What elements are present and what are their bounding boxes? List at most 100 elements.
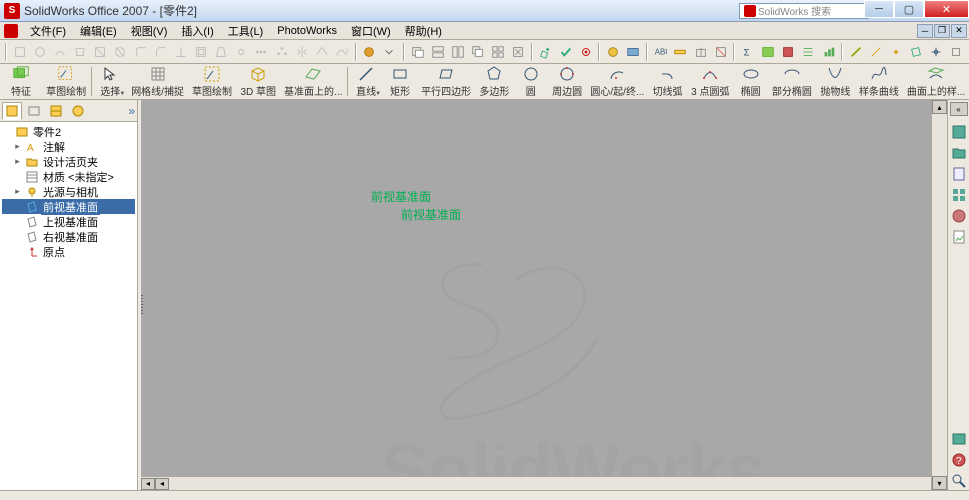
tree-top-plane[interactable]: 上视基准面 bbox=[2, 214, 135, 229]
menu-view[interactable]: 视图(V) bbox=[125, 22, 174, 40]
menu-insert[interactable]: 插入(I) bbox=[175, 22, 219, 40]
tp-resources-icon[interactable] bbox=[950, 123, 968, 141]
graphics-viewport[interactable]: 前视基准面 前视基准面 SolidWorks ◂ ◂ bbox=[138, 100, 931, 490]
tool-appearance-icon[interactable] bbox=[603, 42, 622, 62]
viewport-vscrollbar[interactable]: ▴ ▾ bbox=[931, 100, 947, 490]
cmd-sketch[interactable]: 草图绘制 bbox=[42, 64, 90, 99]
tool-loft-icon[interactable] bbox=[70, 42, 89, 62]
tool-chamfer-icon[interactable] bbox=[151, 42, 170, 62]
feature-tree[interactable]: 零件2 ▸ A 注解 ▸ 设计活页夹 材质 <未指定> ▸ 光源与相机 bbox=[0, 122, 137, 490]
viewport-hscrollbar[interactable]: ◂ ◂ bbox=[141, 476, 931, 490]
tool-arrange-icon[interactable] bbox=[489, 42, 508, 62]
scroll-up-button[interactable]: ▴ bbox=[932, 100, 947, 114]
tool-sweep-icon[interactable] bbox=[50, 42, 69, 62]
tree-design-binder[interactable]: ▸ 设计活页夹 bbox=[2, 154, 135, 169]
tool-extrude-icon[interactable] bbox=[10, 42, 29, 62]
tool-fillet-icon[interactable] bbox=[131, 42, 150, 62]
cmd-parallelogram[interactable]: 平行四边形 bbox=[417, 64, 475, 99]
tool-shell-icon[interactable] bbox=[191, 42, 210, 62]
tp-appearances-icon[interactable] bbox=[950, 207, 968, 225]
cmd-gridsnap[interactable]: 网格线/捕捉 bbox=[127, 64, 188, 99]
tool-revolve-icon[interactable] bbox=[30, 42, 49, 62]
expand-icon[interactable]: ▸ bbox=[12, 141, 23, 152]
cmd-arc-tangent[interactable]: 切线弧 bbox=[648, 64, 687, 99]
cmd-arc-3pt[interactable]: 3 点圆弧 bbox=[687, 64, 734, 99]
maximize-button[interactable]: ▢ bbox=[894, 0, 924, 18]
cmd-select[interactable]: 选择▼ bbox=[93, 64, 127, 99]
tool-statistics-icon[interactable] bbox=[819, 42, 838, 62]
tool-mirror-icon[interactable] bbox=[292, 42, 311, 62]
tool-draft-icon[interactable] bbox=[212, 42, 231, 62]
tool-dropdown-icon[interactable] bbox=[380, 42, 399, 62]
tool-photoworks-icon[interactable] bbox=[360, 42, 379, 62]
tool-cut-revolve-icon[interactable] bbox=[111, 42, 130, 62]
expand-icon[interactable]: ▸ bbox=[12, 156, 23, 167]
tool-massprops-icon[interactable] bbox=[691, 42, 710, 62]
tool-tile-horiz-icon[interactable] bbox=[428, 42, 447, 62]
tool-new-window-icon[interactable] bbox=[408, 42, 427, 62]
doc-minimize-button[interactable]: ─ bbox=[917, 24, 933, 38]
tool-point-icon[interactable] bbox=[886, 42, 905, 62]
expand-icon[interactable]: ▸ bbox=[12, 186, 23, 197]
cmd-baseplane[interactable]: 基准面上的... bbox=[280, 64, 346, 99]
tool-line-icon[interactable] bbox=[866, 42, 885, 62]
cmd-rect[interactable]: 矩形 bbox=[383, 64, 417, 99]
tool-options-icon[interactable] bbox=[576, 42, 595, 62]
tp-help-icon[interactable]: ? bbox=[950, 451, 968, 469]
cmd-ellipse[interactable]: 椭圆 bbox=[734, 64, 768, 99]
tool-design-table-icon[interactable] bbox=[758, 42, 777, 62]
fm-tab-feature-tree[interactable] bbox=[2, 102, 22, 120]
tool-refgeom-icon[interactable] bbox=[312, 42, 331, 62]
doc-restore-button[interactable]: ❐ bbox=[934, 24, 950, 38]
tool-spell-icon[interactable]: ABC bbox=[651, 42, 670, 62]
fm-tab-render[interactable] bbox=[68, 102, 88, 120]
minimize-button[interactable]: ─ bbox=[864, 0, 894, 18]
scroll-down-button[interactable]: ▾ bbox=[932, 476, 947, 490]
tool-pattern-circular-icon[interactable] bbox=[272, 42, 291, 62]
tp-doc-recovery-icon[interactable] bbox=[950, 228, 968, 246]
splitter-handle[interactable] bbox=[140, 295, 143, 315]
cmd-sketch2[interactable]: 草图绘制 bbox=[188, 64, 236, 99]
tool-pattern-linear-icon[interactable] bbox=[252, 42, 271, 62]
tool-macro-icon[interactable] bbox=[779, 42, 798, 62]
fm-expand-button[interactable]: » bbox=[128, 104, 135, 118]
fm-tab-config[interactable] bbox=[46, 102, 66, 120]
tool-measure-icon[interactable] bbox=[671, 42, 690, 62]
vscroll-track[interactable] bbox=[932, 114, 947, 476]
tool-hole-icon[interactable] bbox=[232, 42, 251, 62]
menu-help[interactable]: 帮助(H) bbox=[399, 22, 448, 40]
tool-scene-icon[interactable] bbox=[624, 42, 643, 62]
cmd-circle[interactable]: 圆 bbox=[514, 64, 548, 99]
tree-annotations[interactable]: ▸ A 注解 bbox=[2, 139, 135, 154]
cmd-sketch3d[interactable]: 3D 草图 bbox=[236, 64, 280, 99]
menu-tools[interactable]: 工具(L) bbox=[222, 22, 269, 40]
doc-close-button[interactable]: ✕ bbox=[951, 24, 967, 38]
menu-file[interactable]: 文件(F) bbox=[24, 22, 72, 40]
tool-rib-icon[interactable] bbox=[171, 42, 190, 62]
tool-cascade-icon[interactable] bbox=[468, 42, 487, 62]
tp-view-palette-icon[interactable] bbox=[950, 186, 968, 204]
tree-lights[interactable]: ▸ 光源与相机 bbox=[2, 184, 135, 199]
tool-close-all-icon[interactable] bbox=[509, 42, 528, 62]
tool-mate-ref-icon[interactable] bbox=[947, 42, 966, 62]
fm-tab-property[interactable] bbox=[24, 102, 44, 120]
menu-window[interactable]: 窗口(W) bbox=[345, 22, 397, 40]
tree-front-plane[interactable]: 前视基准面 bbox=[2, 199, 135, 214]
scroll-left-button[interactable]: ◂ bbox=[141, 478, 155, 490]
cmd-spline[interactable]: 样条曲线 bbox=[855, 64, 903, 99]
tree-material[interactable]: 材质 <未指定> bbox=[2, 169, 135, 184]
cmd-line[interactable]: 直线▼ bbox=[349, 64, 383, 99]
tool-edit-sketch-icon[interactable] bbox=[536, 42, 555, 62]
tree-root[interactable]: 零件2 bbox=[2, 124, 135, 139]
taskpane-toggle[interactable]: « bbox=[950, 102, 968, 116]
tp-file-explorer-icon[interactable] bbox=[950, 165, 968, 183]
tree-right-plane[interactable]: 右视基准面 bbox=[2, 229, 135, 244]
cmd-polygon[interactable]: 多边形 bbox=[475, 64, 514, 99]
tp-search-icon[interactable] bbox=[950, 472, 968, 490]
cmd-feature[interactable]: 特征 bbox=[0, 64, 42, 99]
tool-check-icon[interactable] bbox=[556, 42, 575, 62]
tool-curves-icon[interactable] bbox=[333, 42, 352, 62]
tree-origin[interactable]: 原点 bbox=[2, 244, 135, 259]
cmd-perimeter-circle[interactable]: 周边圆 bbox=[548, 64, 587, 99]
menu-photoworks[interactable]: PhotoWorks bbox=[271, 24, 343, 38]
